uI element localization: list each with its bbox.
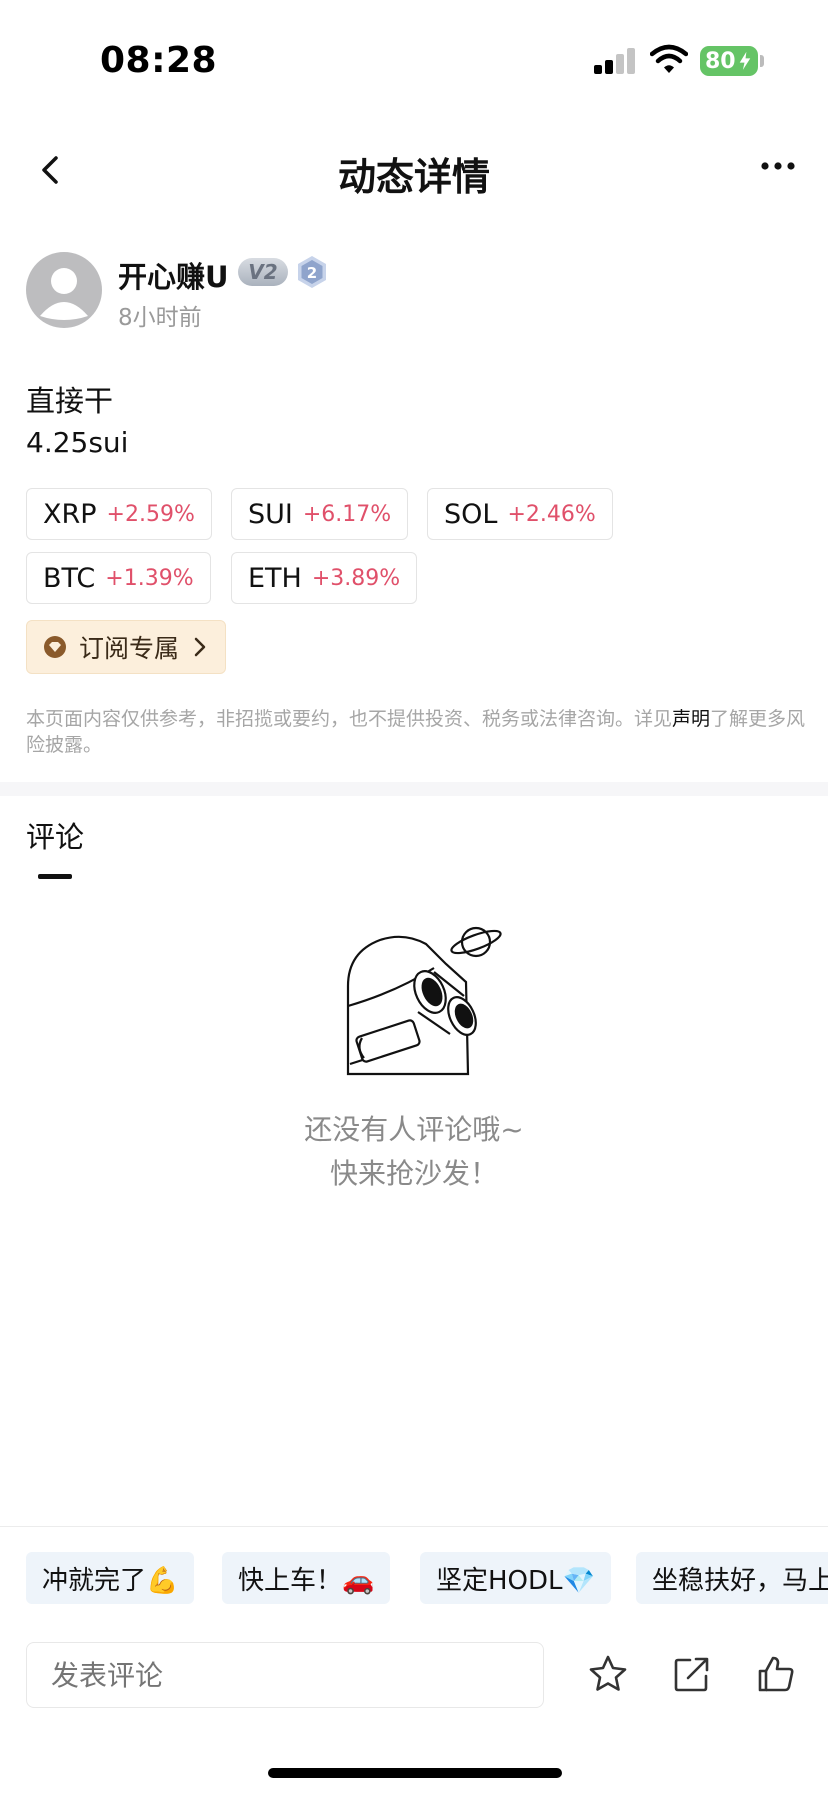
subscribe-label: 订阅专属 <box>79 634 180 663</box>
quick-replies: 冲就完了💪 快上车！🚗 坚定HODL💎 坐稳扶好，马上 <box>0 1552 828 1606</box>
coin-symbol: ETH <box>248 562 302 594</box>
post-text-line: 4.25sui <box>26 426 129 459</box>
avatar[interactable] <box>26 252 102 328</box>
star-icon[interactable] <box>586 1652 630 1696</box>
quick-reply-chip[interactable]: 快上车！🚗 <box>222 1552 391 1604</box>
wifi-icon <box>650 44 688 73</box>
post-text-line: 直接干 <box>26 384 114 418</box>
tab-active-indicator <box>38 874 72 879</box>
post-time: 8小时前 <box>118 305 202 331</box>
home-indicator <box>268 1768 562 1778</box>
author-name[interactable]: 开心赚U <box>118 254 229 296</box>
coin-symbol: XRP <box>43 498 97 530</box>
tab-comments[interactable]: 评论 <box>26 814 84 856</box>
page-title: 动态详情 <box>337 155 490 199</box>
coin-tag-btc[interactable]: BTC +1.39% <box>26 552 211 604</box>
risk-disclaimer: 本页面内容仅供参考，非招揽或要约，也不提供投资、税务或法律咨询。详见声明了解更多… <box>26 706 806 758</box>
cellular-signal-icon <box>594 48 636 74</box>
coin-change: +3.89% <box>311 565 401 591</box>
disclaimer-link[interactable]: 声明 <box>672 708 710 730</box>
section-divider <box>0 782 828 796</box>
coin-change: +2.59% <box>106 501 195 527</box>
battery-level: 80 <box>705 48 736 74</box>
coin-tag-eth[interactable]: ETH +3.89% <box>231 552 418 604</box>
disclaimer-text: 本页面内容仅供参考，非招揽或要约，也不提供投资、税务或法律咨询。详见 <box>26 708 673 730</box>
coin-change: +1.39% <box>105 565 194 591</box>
thumbs-up-icon[interactable] <box>754 1652 798 1696</box>
author-header: 开心赚U V2 2 8小时前 <box>26 252 806 332</box>
empty-comments-line2: 快来抢沙发！ <box>329 1157 498 1190</box>
quick-reply-chip[interactable]: 坚定HODL💎 <box>420 1552 611 1604</box>
battery-cap <box>760 55 764 67</box>
charging-bolt-icon <box>738 50 752 72</box>
quick-reply-chip[interactable]: 坐稳扶好，马上 <box>636 1552 828 1604</box>
coin-symbol: SUI <box>248 498 293 530</box>
bottom-divider <box>0 1526 828 1527</box>
coin-tag-sui[interactable]: SUI +6.17% <box>231 488 409 540</box>
diamond-icon <box>44 636 66 658</box>
empty-comments-line1: 还没有人评论哦~ <box>304 1113 524 1146</box>
level-badge-icon: 2 <box>298 256 326 288</box>
more-icon[interactable] <box>760 158 800 174</box>
level-badge-value: 2 <box>307 264 317 282</box>
nav-bar: 动态详情 <box>0 130 828 210</box>
coin-tag-xrp[interactable]: XRP +2.59% <box>26 488 212 540</box>
chevron-right-icon <box>194 637 206 657</box>
comment-input[interactable] <box>26 1642 544 1708</box>
coin-change: +6.17% <box>302 501 392 527</box>
coin-tag-sol[interactable]: SOL +2.46% <box>427 488 613 540</box>
share-icon[interactable] <box>670 1652 714 1696</box>
astronaut-binoculars-illustration <box>346 926 502 1076</box>
coin-symbol: SOL <box>444 498 498 530</box>
coin-change: +2.46% <box>507 501 596 527</box>
status-bar: 08:28 80 <box>0 0 828 110</box>
quick-reply-chip[interactable]: 冲就完了💪 <box>26 1552 195 1604</box>
avatar-icon <box>40 268 88 320</box>
subscribe-exclusive-button[interactable]: 订阅专属 <box>26 620 226 674</box>
coin-symbol: BTC <box>43 562 96 594</box>
status-time: 08:28 <box>100 40 218 81</box>
vip-badge: V2 <box>238 258 288 286</box>
